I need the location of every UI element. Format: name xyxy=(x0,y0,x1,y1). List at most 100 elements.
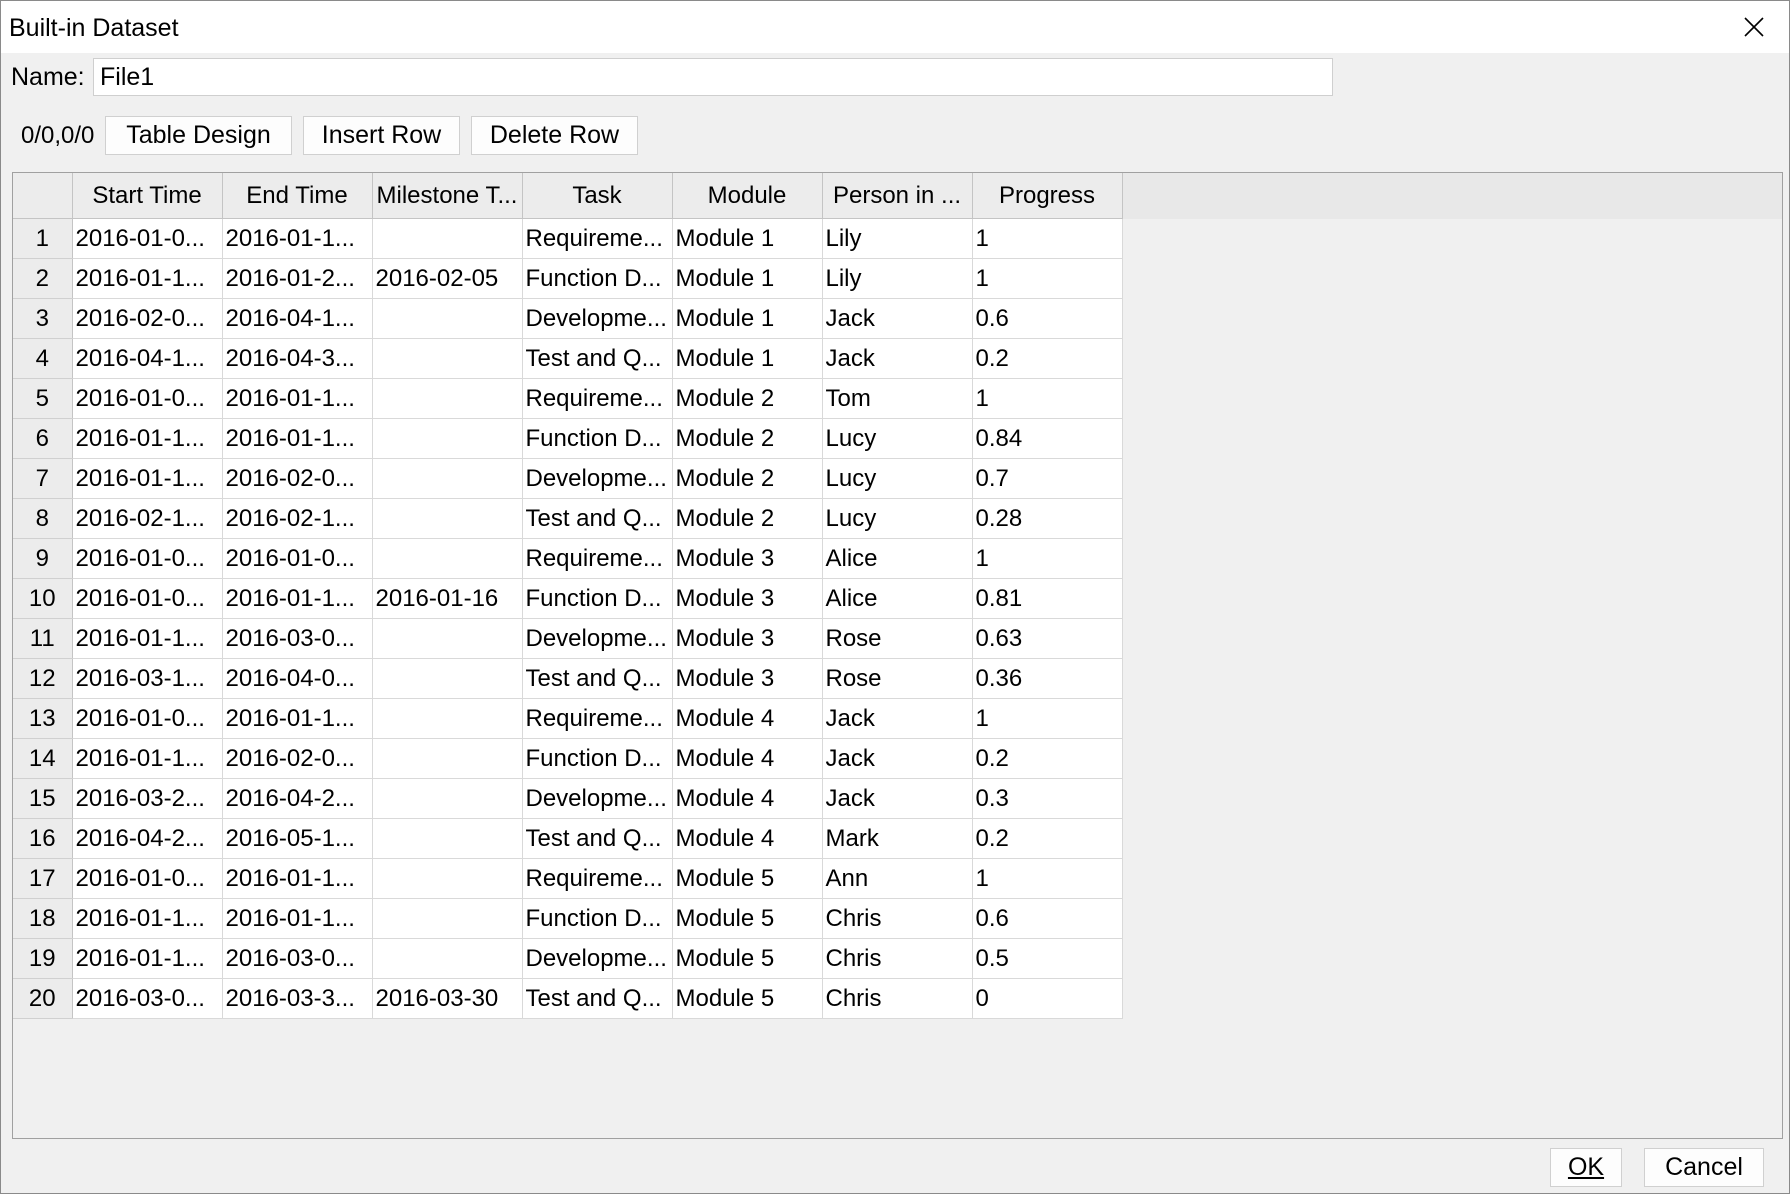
cell-milestone[interactable]: 2016-03-30 xyxy=(372,978,523,1019)
cell-end[interactable]: 2016-01-1... xyxy=(222,218,373,259)
row-number-cell[interactable]: 15 xyxy=(13,778,73,819)
cell-task[interactable]: Test and Q... xyxy=(522,498,673,539)
cell-start[interactable]: 2016-04-1... xyxy=(72,338,223,379)
cell-milestone[interactable] xyxy=(372,538,523,579)
table-row[interactable]: 17 2016-01-0... 2016-01-1... Requireme... Mo… xyxy=(13,858,1123,899)
cell-end[interactable]: 2016-01-1... xyxy=(222,698,373,739)
cell-milestone[interactable] xyxy=(372,378,523,419)
table-row[interactable]: 6 2016-01-1... 2016-01-1... Function D... Mo… xyxy=(13,418,1123,459)
cell-task[interactable]: Requireme... xyxy=(522,698,673,739)
cell-module[interactable]: Module 5 xyxy=(672,938,823,979)
row-number-cell[interactable]: 3 xyxy=(13,298,73,339)
cell-module[interactable]: Module 4 xyxy=(672,738,823,779)
cell-module[interactable]: Module 5 xyxy=(672,898,823,939)
cell-progress[interactable]: 0.28 xyxy=(972,498,1123,539)
table-row[interactable]: 10 2016-01-0... 2016-01-1... 2016-01-16 Func… xyxy=(13,578,1123,619)
cell-person[interactable]: Jack xyxy=(822,698,973,739)
cell-task[interactable]: Requireme... xyxy=(522,218,673,259)
cell-task[interactable]: Test and Q... xyxy=(522,658,673,699)
cell-start[interactable]: 2016-01-0... xyxy=(72,698,223,739)
cell-milestone[interactable]: 2016-02-05 xyxy=(372,258,523,299)
cell-end[interactable]: 2016-02-1... xyxy=(222,498,373,539)
row-number-cell[interactable]: 13 xyxy=(13,698,73,739)
row-number-cell[interactable]: 1 xyxy=(13,218,73,259)
cell-end[interactable]: 2016-01-2... xyxy=(222,258,373,299)
table-row[interactable]: 14 2016-01-1... 2016-02-0... Function D... M… xyxy=(13,738,1123,779)
cell-progress[interactable]: 0.81 xyxy=(972,578,1123,619)
cell-person[interactable]: Rose xyxy=(822,658,973,699)
cell-milestone[interactable] xyxy=(372,938,523,979)
insert-row-button[interactable]: Insert Row xyxy=(303,116,460,155)
cell-end[interactable]: 2016-01-1... xyxy=(222,378,373,419)
cell-progress[interactable]: 1 xyxy=(972,378,1123,419)
cell-progress[interactable]: 0.84 xyxy=(972,418,1123,459)
cell-person[interactable]: Jack xyxy=(822,298,973,339)
cell-milestone[interactable] xyxy=(372,298,523,339)
cell-end[interactable]: 2016-01-1... xyxy=(222,418,373,459)
cell-task[interactable]: Test and Q... xyxy=(522,978,673,1019)
row-number-cell[interactable]: 19 xyxy=(13,938,73,979)
cell-start[interactable]: 2016-02-1... xyxy=(72,498,223,539)
cell-module[interactable]: Module 3 xyxy=(672,578,823,619)
row-number-cell[interactable]: 8 xyxy=(13,498,73,539)
cell-module[interactable]: Module 1 xyxy=(672,218,823,259)
cell-start[interactable]: 2016-01-0... xyxy=(72,378,223,419)
cell-module[interactable]: Module 1 xyxy=(672,338,823,379)
cell-progress[interactable]: 1 xyxy=(972,538,1123,579)
cell-task[interactable]: Function D... xyxy=(522,258,673,299)
cell-milestone[interactable] xyxy=(372,218,523,259)
cell-person[interactable]: Mark xyxy=(822,818,973,859)
column-header[interactable]: End Time xyxy=(222,173,373,219)
cell-progress[interactable]: 1 xyxy=(972,218,1123,259)
cell-module[interactable]: Module 2 xyxy=(672,498,823,539)
cell-milestone[interactable] xyxy=(372,858,523,899)
row-number-cell[interactable]: 14 xyxy=(13,738,73,779)
cell-start[interactable]: 2016-01-1... xyxy=(72,938,223,979)
cell-progress[interactable]: 0.7 xyxy=(972,458,1123,499)
cell-end[interactable]: 2016-01-1... xyxy=(222,578,373,619)
cell-person[interactable]: Tom xyxy=(822,378,973,419)
row-number-cell[interactable]: 16 xyxy=(13,818,73,859)
column-header[interactable]: Progress xyxy=(972,173,1123,219)
cell-task[interactable]: Developme... xyxy=(522,618,673,659)
cell-module[interactable]: Module 5 xyxy=(672,858,823,899)
cell-person[interactable]: Chris xyxy=(822,938,973,979)
cell-start[interactable]: 2016-01-1... xyxy=(72,458,223,499)
cell-task[interactable]: Developme... xyxy=(522,458,673,499)
cell-end[interactable]: 2016-05-1... xyxy=(222,818,373,859)
table-row[interactable]: 20 2016-03-0... 2016-03-3... 2016-03-30 Test… xyxy=(13,978,1123,1019)
row-number-cell[interactable]: 6 xyxy=(13,418,73,459)
table-row[interactable]: 1 2016-01-0... 2016-01-1... Requireme... Mod… xyxy=(13,218,1123,259)
cell-module[interactable]: Module 4 xyxy=(672,778,823,819)
cell-end[interactable]: 2016-03-3... xyxy=(222,978,373,1019)
cell-milestone[interactable] xyxy=(372,778,523,819)
cell-task[interactable]: Function D... xyxy=(522,898,673,939)
cell-task[interactable]: Test and Q... xyxy=(522,818,673,859)
cell-start[interactable]: 2016-01-1... xyxy=(72,258,223,299)
cell-start[interactable]: 2016-02-0... xyxy=(72,298,223,339)
cell-progress[interactable]: 0.36 xyxy=(972,658,1123,699)
row-number-cell[interactable]: 5 xyxy=(13,378,73,419)
cell-end[interactable]: 2016-01-1... xyxy=(222,898,373,939)
cell-task[interactable]: Function D... xyxy=(522,578,673,619)
row-number-cell[interactable]: 7 xyxy=(13,458,73,499)
table-design-button[interactable]: Table Design xyxy=(105,116,292,155)
column-header[interactable]: Milestone T... xyxy=(372,173,523,219)
cell-milestone[interactable]: 2016-01-16 xyxy=(372,578,523,619)
cell-module[interactable]: Module 2 xyxy=(672,378,823,419)
cell-progress[interactable]: 0.2 xyxy=(972,738,1123,779)
row-number-cell[interactable]: 9 xyxy=(13,538,73,579)
cell-person[interactable]: Lucy xyxy=(822,418,973,459)
cell-end[interactable]: 2016-04-0... xyxy=(222,658,373,699)
cell-progress[interactable]: 0.5 xyxy=(972,938,1123,979)
cell-progress[interactable]: 0 xyxy=(972,978,1123,1019)
data-grid[interactable]: Start Time End Time Milestone T... Task … xyxy=(12,172,1783,1139)
ok-button[interactable]: OK xyxy=(1550,1148,1622,1187)
cell-milestone[interactable] xyxy=(372,458,523,499)
cell-start[interactable]: 2016-01-0... xyxy=(72,538,223,579)
corner-header[interactable] xyxy=(13,173,73,219)
cell-progress[interactable]: 0.6 xyxy=(972,898,1123,939)
cell-end[interactable]: 2016-02-0... xyxy=(222,738,373,779)
cell-start[interactable]: 2016-04-2... xyxy=(72,818,223,859)
cell-end[interactable]: 2016-04-2... xyxy=(222,778,373,819)
